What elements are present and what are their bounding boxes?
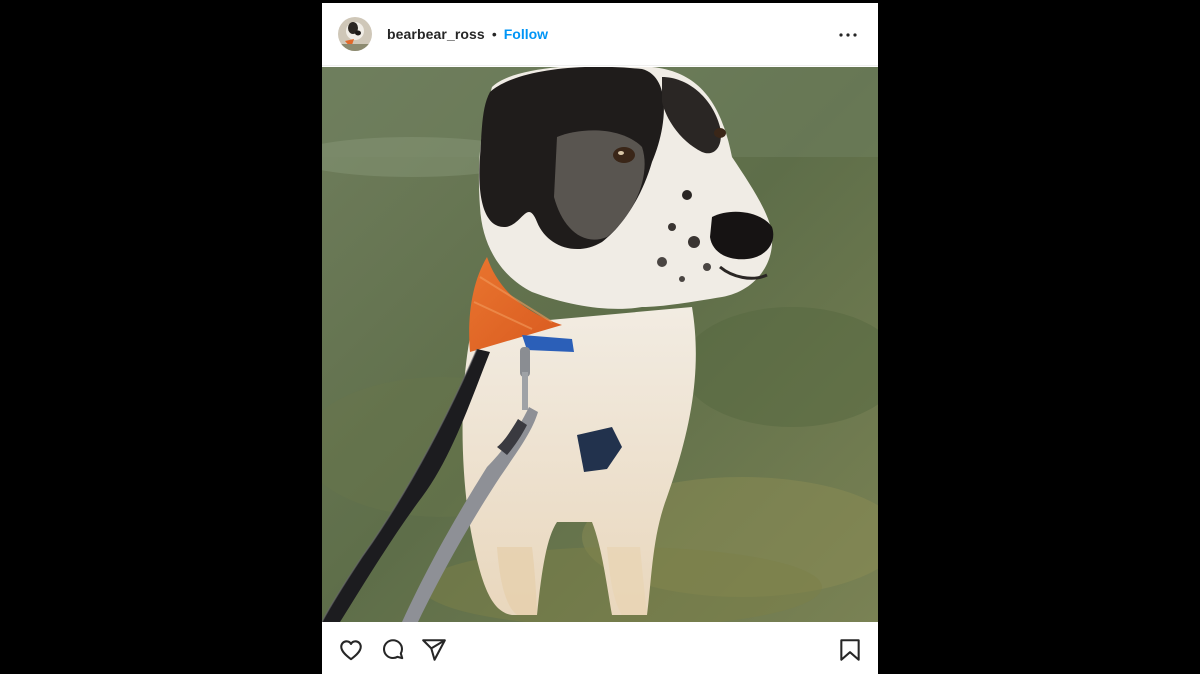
post-photo[interactable] xyxy=(322,67,878,622)
heart-icon[interactable] xyxy=(338,637,364,663)
separator-dot: • xyxy=(491,26,497,42)
video-frame: bearbear_ross • Follow xyxy=(0,0,1200,674)
bookmark-icon[interactable] xyxy=(837,637,863,663)
post-actions xyxy=(322,622,878,674)
follow-button[interactable]: Follow xyxy=(504,26,548,42)
username[interactable]: bearbear_ross xyxy=(387,26,485,42)
avatar[interactable] xyxy=(338,17,372,51)
paper-plane-icon[interactable] xyxy=(421,637,447,663)
more-options-icon[interactable] xyxy=(836,23,860,47)
instagram-post: bearbear_ross • Follow xyxy=(322,3,878,674)
comment-icon[interactable] xyxy=(380,637,406,663)
post-header: bearbear_ross • Follow xyxy=(322,3,878,66)
